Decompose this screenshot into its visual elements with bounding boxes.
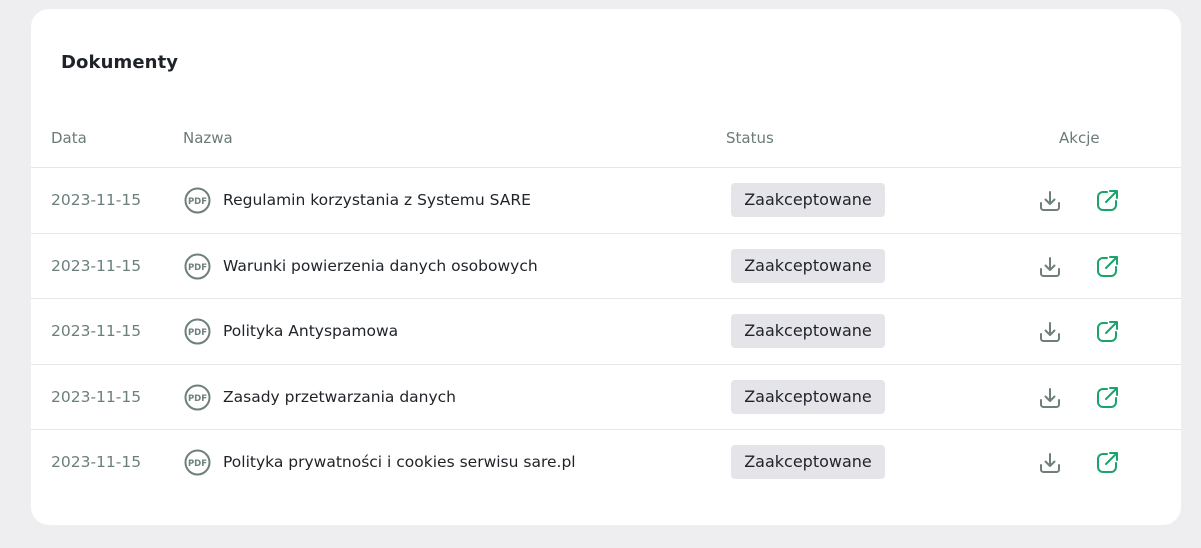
pdf-icon: PDF [184,449,211,476]
table-row: 2023-11-15 PDF Regulamin korzystania z S… [31,168,1181,234]
svg-text:PDF: PDF [188,394,207,404]
column-header-name: Nazwa [183,129,233,147]
pdf-icon: PDF [184,187,211,214]
document-name[interactable]: Regulamin korzystania z Systemu SARE [223,191,531,209]
download-icon[interactable] [1036,253,1064,281]
document-name[interactable]: Zasady przetwarzania danych [223,388,456,406]
external-link-icon[interactable] [1093,384,1121,412]
table-header: Data Nazwa Status Akcje [31,119,1181,168]
document-name[interactable]: Polityka prywatności i cookies serwisu s… [223,453,576,471]
external-link-icon[interactable] [1093,318,1121,346]
row-date: 2023-11-15 [51,387,142,406]
table-row: 2023-11-15 PDF Warunki powierzenia danyc… [31,234,1181,299]
row-date: 2023-11-15 [51,453,142,471]
column-header-date: Data [51,129,87,147]
pdf-icon: PDF [184,318,211,345]
status-badge: Zaakceptowane [731,379,885,414]
svg-text:PDF: PDF [188,263,207,273]
table-body: 2023-11-15 PDF Regulamin korzystania z S… [31,168,1181,496]
external-link-icon[interactable] [1093,187,1121,215]
row-date: 2023-11-15 [51,191,142,209]
document-name[interactable]: Polityka Antyspamowa [223,322,398,340]
documents-card: Dokumenty Data Nazwa Status Akcje 2023-1… [31,9,1181,525]
column-header-status: Status [726,129,774,147]
download-icon[interactable] [1036,449,1064,477]
download-icon[interactable] [1036,318,1064,346]
download-icon[interactable] [1036,384,1064,412]
svg-text:PDF: PDF [188,328,207,338]
pdf-icon: PDF [184,384,211,410]
external-link-icon[interactable] [1093,253,1121,281]
status-badge: Zaakceptowane [731,314,885,348]
row-date: 2023-11-15 [51,322,142,340]
status-badge: Zaakceptowane [731,445,885,479]
svg-text:PDF: PDF [188,459,207,469]
status-badge: Zaakceptowane [731,248,885,283]
external-link-icon[interactable] [1093,449,1121,477]
card-title: Dokumenty [61,52,179,73]
pdf-icon: PDF [184,253,211,279]
column-header-actions: Akcje [1059,129,1100,147]
table-row: 2023-11-15 PDF Polityka prywatności i co… [31,430,1181,496]
table-row: 2023-11-15 PDF Polityka Antyspamowa Zaak… [31,299,1181,365]
status-badge: Zaakceptowane [731,183,885,217]
row-date: 2023-11-15 [51,256,142,275]
svg-text:PDF: PDF [188,197,207,207]
download-icon[interactable] [1036,187,1064,215]
table-row: 2023-11-15 PDF Zasady przetwarzania dany… [31,365,1181,430]
document-name[interactable]: Warunki powierzenia danych osobowych [223,257,538,275]
